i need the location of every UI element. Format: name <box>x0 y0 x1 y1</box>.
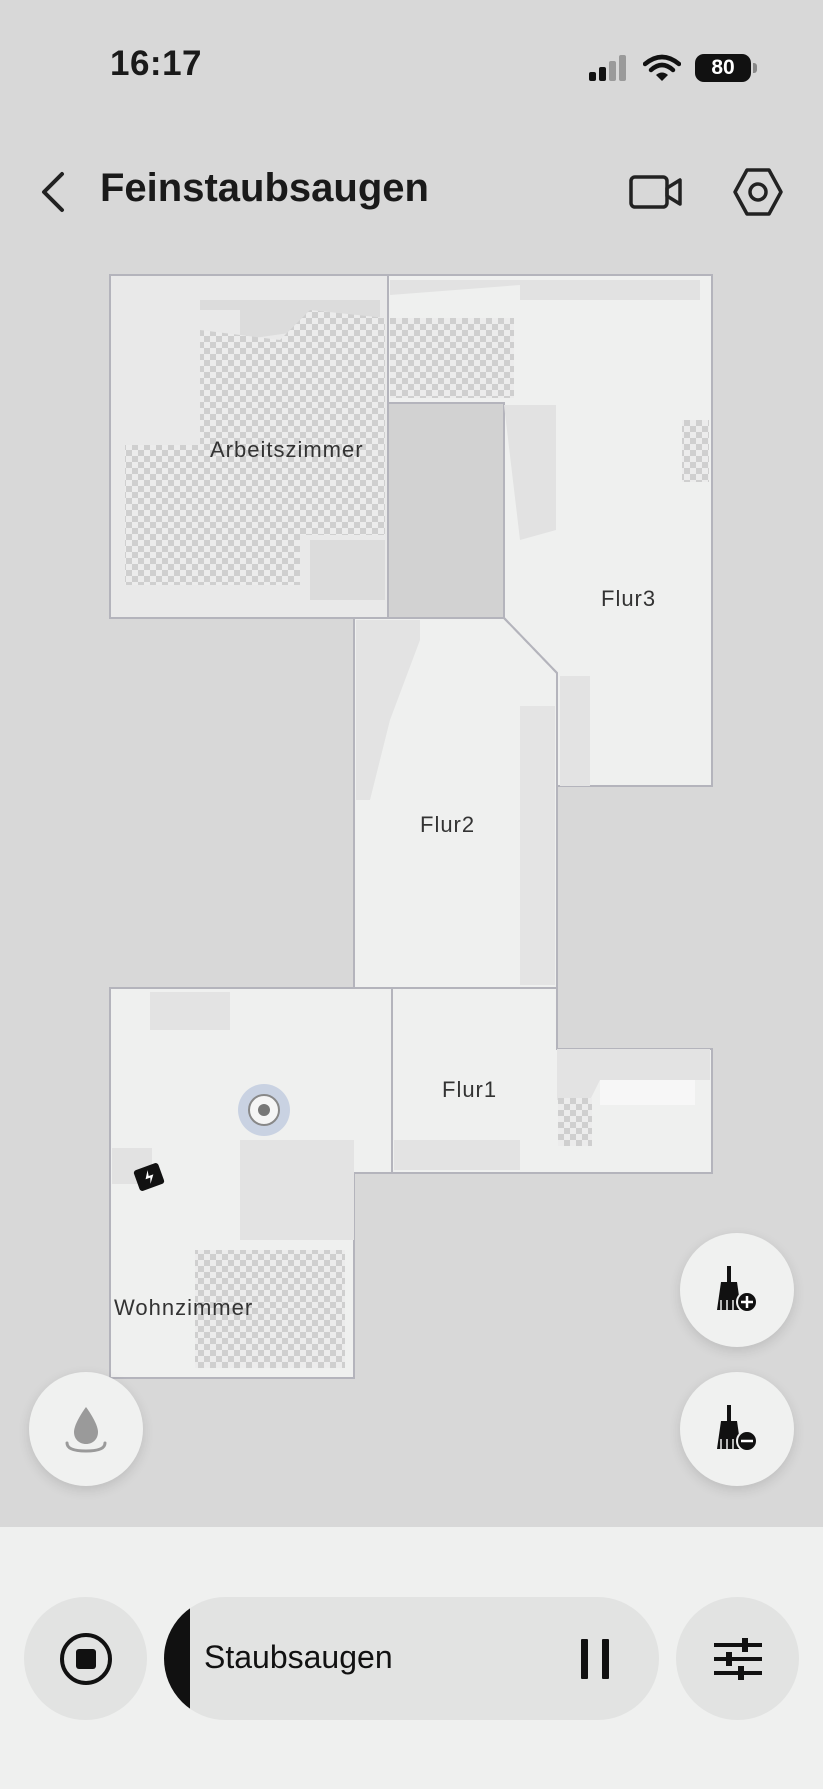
room-flur2[interactable] <box>353 617 558 989</box>
cleaning-progress-indicator <box>164 1597 190 1720</box>
water-level-button[interactable] <box>29 1372 143 1486</box>
broom-minus-icon <box>717 1405 758 1452</box>
pause-icon <box>581 1639 609 1679</box>
status-icons: 80 <box>589 48 757 88</box>
stop-icon <box>59 1632 112 1685</box>
battery-level: 80 <box>711 56 735 79</box>
sliders-icon <box>713 1637 762 1680</box>
settings-button[interactable] <box>730 164 786 220</box>
back-button[interactable] <box>32 168 78 216</box>
hexagon-gear-icon <box>733 168 783 216</box>
room-flur1[interactable] <box>354 987 713 1174</box>
cellular-signal-icon <box>589 55 626 81</box>
control-panel: Staubsaugen <box>0 1527 823 1789</box>
unmapped-area <box>387 402 505 619</box>
wifi-icon <box>643 54 681 81</box>
cleaning-mode-status[interactable]: Staubsaugen <box>164 1597 659 1720</box>
stop-button[interactable] <box>24 1597 147 1720</box>
charging-dock-icon <box>133 1163 165 1191</box>
header: Feinstaubsaugen <box>0 150 823 234</box>
room-label-flur2[interactable]: Flur2 <box>420 812 475 838</box>
room-label-flur1[interactable]: Flur1 <box>442 1077 497 1103</box>
add-clean-area-button[interactable] <box>680 1233 794 1347</box>
status-bar: 16:17 80 <box>0 0 823 130</box>
pause-button[interactable] <box>578 1637 614 1681</box>
map-canvas <box>109 274 713 1379</box>
room-label-flur3[interactable]: Flur3 <box>601 586 656 612</box>
status-time: 16:17 <box>110 44 203 83</box>
cleaning-mode-label: Staubsaugen <box>204 1639 393 1675</box>
room-label-wohnzimmer[interactable]: Wohnzimmer <box>114 1295 253 1321</box>
water-drop-icon <box>65 1407 107 1453</box>
room-flur3[interactable] <box>387 274 713 787</box>
page-title: Feinstaubsaugen <box>100 166 429 210</box>
room-label-arbeitszimmer[interactable]: Arbeitszimmer <box>210 437 364 463</box>
video-camera-icon <box>629 175 682 209</box>
remove-clean-area-button[interactable] <box>680 1372 794 1486</box>
broom-plus-icon <box>717 1266 758 1313</box>
robot-position-icon <box>238 1084 290 1136</box>
chevron-left-icon <box>42 172 64 212</box>
battery-icon: 80 <box>695 54 757 82</box>
video-button[interactable] <box>628 166 684 218</box>
floor-map: Arbeitszimmer Flur3 Flur2 Flur1 Wohnzimm… <box>0 0 823 1789</box>
adjust-settings-button[interactable] <box>676 1597 799 1720</box>
